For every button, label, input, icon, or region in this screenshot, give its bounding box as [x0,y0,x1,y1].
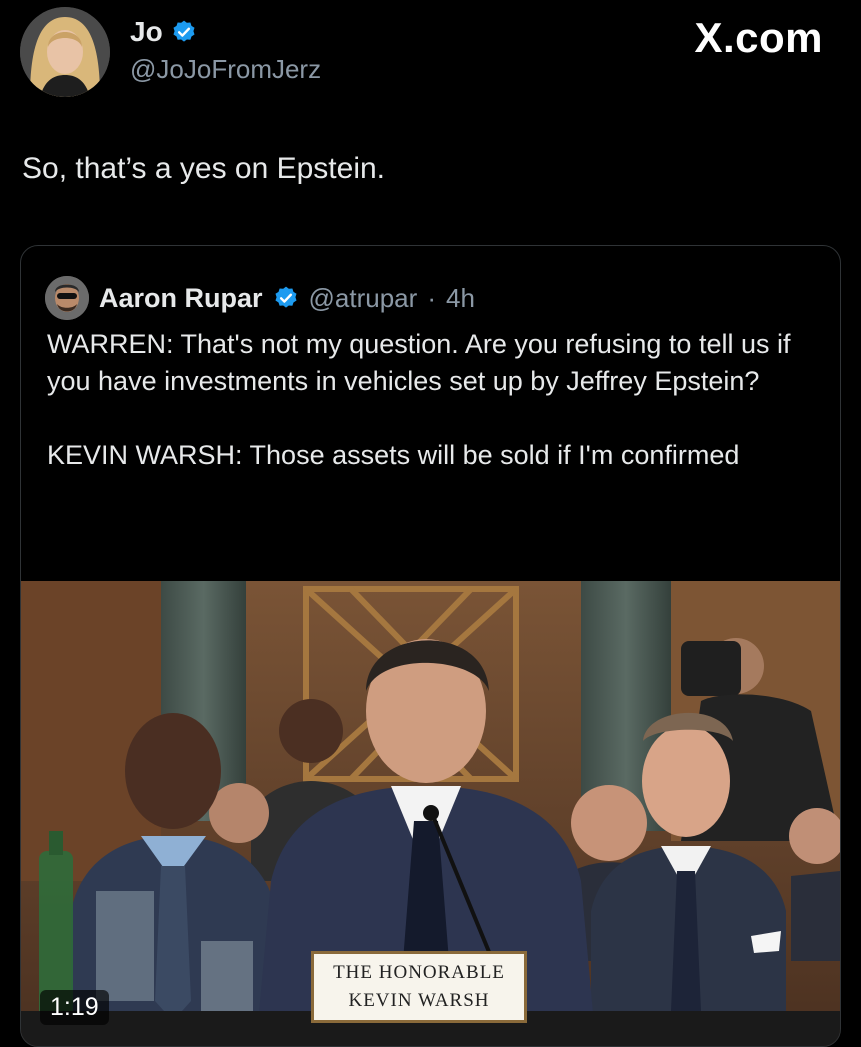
quoted-text: WARREN: That's not my question. Are you … [47,326,817,474]
quoted-time[interactable]: 4h [446,283,475,314]
video-player[interactable]: THE HONORABLE KEVIN WARSH [21,581,840,1046]
quoted-paragraph: KEVIN WARSH: Those assets will be sold i… [47,440,740,470]
quoted-tweet-card[interactable]: Aaron Rupar @atrupar · 4h WARREN: That's… [20,245,841,1047]
verified-badge-icon [171,19,197,45]
nameplate-line1: THE HONORABLE [333,962,505,983]
brand-watermark: X.com [694,14,823,61]
quoted-display-name[interactable]: Aaron Rupar [99,283,263,314]
quoted-header: Aaron Rupar @atrupar · 4h [45,276,475,320]
author-display-name[interactable]: Jo [130,16,163,48]
author-avatar[interactable] [20,7,110,97]
quoted-paragraph: WARREN: That's not my question. Are you … [47,329,791,396]
nameplate-line2: KEVIN WARSH [348,990,490,1011]
author-name-row: Jo [130,16,197,48]
quoted-author-avatar[interactable] [45,276,89,320]
author-handle[interactable]: @JoJoFromJerz [130,54,321,85]
video-duration-badge: 1:19 [40,990,109,1025]
quoted-verified-badge-icon [273,285,299,311]
tweet-text: So, that’s a yes on Epstein. [22,152,386,185]
nameplate: THE HONORABLE KEVIN WARSH [311,951,527,1023]
quoted-separator: · [427,282,436,313]
quoted-handle[interactable]: @atrupar [309,283,418,314]
